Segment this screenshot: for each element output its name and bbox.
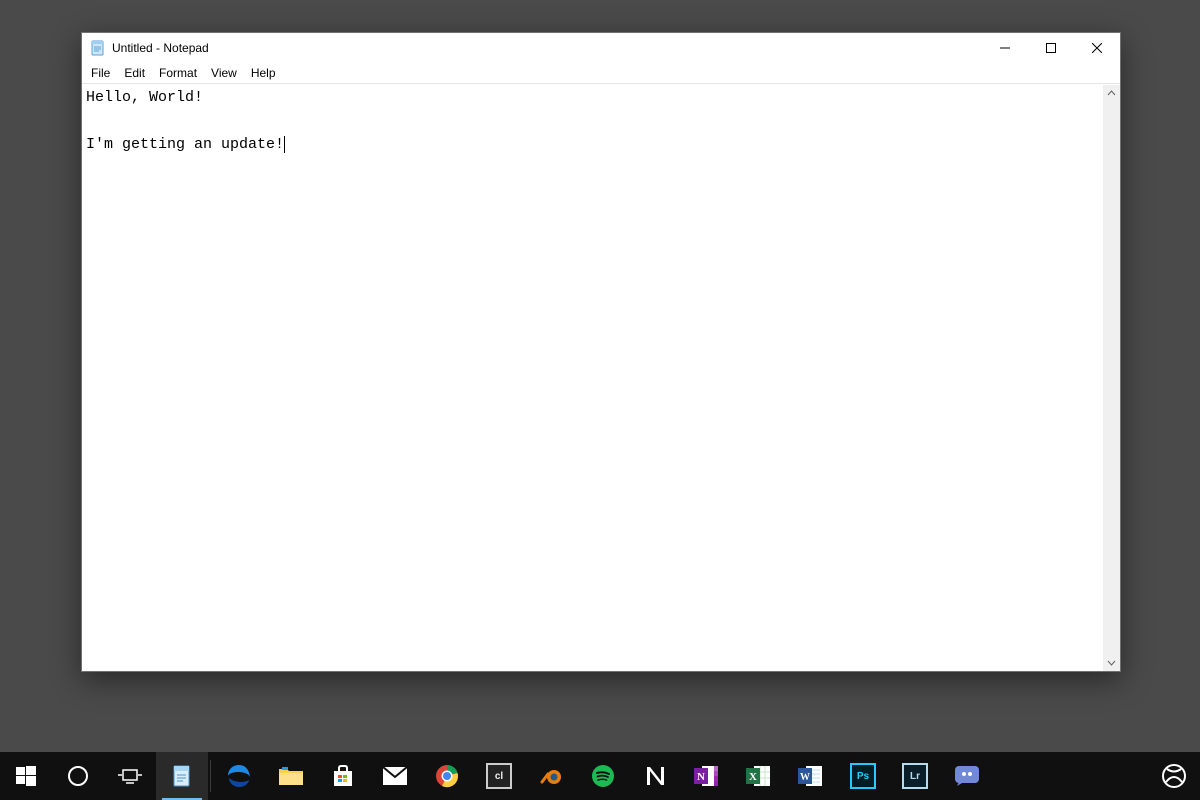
taskbar-onenote[interactable]: N bbox=[681, 752, 733, 800]
text-caret bbox=[284, 136, 285, 153]
taskbar-store[interactable] bbox=[317, 752, 369, 800]
chrome-icon bbox=[434, 763, 460, 789]
notepad-icon bbox=[90, 40, 106, 56]
cortana-icon bbox=[65, 763, 91, 789]
taskbar-xbox[interactable] bbox=[1148, 752, 1200, 800]
taskbar-photoshop[interactable]: Ps bbox=[837, 752, 889, 800]
start-button[interactable] bbox=[0, 752, 52, 800]
onenote-icon: N bbox=[694, 763, 720, 789]
excel-icon: X bbox=[746, 763, 772, 789]
notepad-window: Untitled - Notepad File Edit Format View… bbox=[81, 32, 1121, 672]
spotify-icon bbox=[590, 763, 616, 789]
taskbar-excel[interactable]: X bbox=[733, 752, 785, 800]
cortana-button[interactable] bbox=[52, 752, 104, 800]
taskbar-n-app[interactable] bbox=[629, 752, 681, 800]
taskbar-file-explorer[interactable] bbox=[265, 752, 317, 800]
n-icon bbox=[642, 763, 668, 789]
blender-icon bbox=[538, 763, 564, 789]
svg-text:W: W bbox=[800, 772, 810, 783]
vertical-scrollbar[interactable] bbox=[1103, 85, 1120, 671]
task-view-button[interactable] bbox=[104, 752, 156, 800]
notepad-taskbar-icon bbox=[169, 763, 195, 789]
taskbar-mail[interactable] bbox=[369, 752, 421, 800]
discord-icon bbox=[954, 763, 980, 789]
taskbar-cmd-tool[interactable]: cl bbox=[473, 752, 525, 800]
scroll-up-icon[interactable] bbox=[1103, 85, 1120, 102]
menu-edit[interactable]: Edit bbox=[117, 64, 152, 82]
photoshop-icon: Ps bbox=[850, 763, 876, 789]
window-title: Untitled - Notepad bbox=[112, 41, 209, 55]
editor-text: Hello, World! I'm getting an update! bbox=[86, 89, 284, 153]
taskbar-notepad[interactable] bbox=[156, 752, 208, 800]
text-editor[interactable]: Hello, World! I'm getting an update! bbox=[82, 84, 1120, 671]
menu-help[interactable]: Help bbox=[244, 64, 283, 82]
cmd-icon: cl bbox=[486, 763, 512, 789]
svg-text:N: N bbox=[697, 771, 705, 783]
menu-view[interactable]: View bbox=[204, 64, 244, 82]
svg-text:X: X bbox=[749, 771, 757, 783]
taskbar-lightroom[interactable]: Lr bbox=[889, 752, 941, 800]
minimize-button[interactable] bbox=[982, 33, 1028, 63]
scroll-down-icon[interactable] bbox=[1103, 654, 1120, 671]
taskbar-spotify[interactable] bbox=[577, 752, 629, 800]
lightroom-icon: Lr bbox=[902, 763, 928, 789]
taskbar-discord[interactable] bbox=[941, 752, 993, 800]
menu-file[interactable]: File bbox=[84, 64, 117, 82]
menu-format[interactable]: Format bbox=[152, 64, 204, 82]
menu-bar: File Edit Format View Help bbox=[82, 63, 1120, 84]
titlebar[interactable]: Untitled - Notepad bbox=[82, 33, 1120, 63]
xbox-icon bbox=[1161, 763, 1187, 789]
maximize-button[interactable] bbox=[1028, 33, 1074, 63]
task-view-icon bbox=[117, 763, 143, 789]
close-button[interactable] bbox=[1074, 33, 1120, 63]
folder-icon bbox=[278, 763, 304, 789]
edge-icon bbox=[226, 763, 252, 789]
window-controls bbox=[982, 33, 1120, 63]
store-icon bbox=[330, 763, 356, 789]
mail-icon bbox=[382, 763, 408, 789]
taskbar: cl bbox=[0, 752, 1200, 800]
taskbar-blender[interactable] bbox=[525, 752, 577, 800]
taskbar-edge[interactable] bbox=[213, 752, 265, 800]
taskbar-chrome[interactable] bbox=[421, 752, 473, 800]
taskbar-word[interactable]: W bbox=[785, 752, 837, 800]
word-icon: W bbox=[798, 763, 824, 789]
taskbar-separator bbox=[210, 760, 211, 792]
windows-icon bbox=[13, 763, 39, 789]
